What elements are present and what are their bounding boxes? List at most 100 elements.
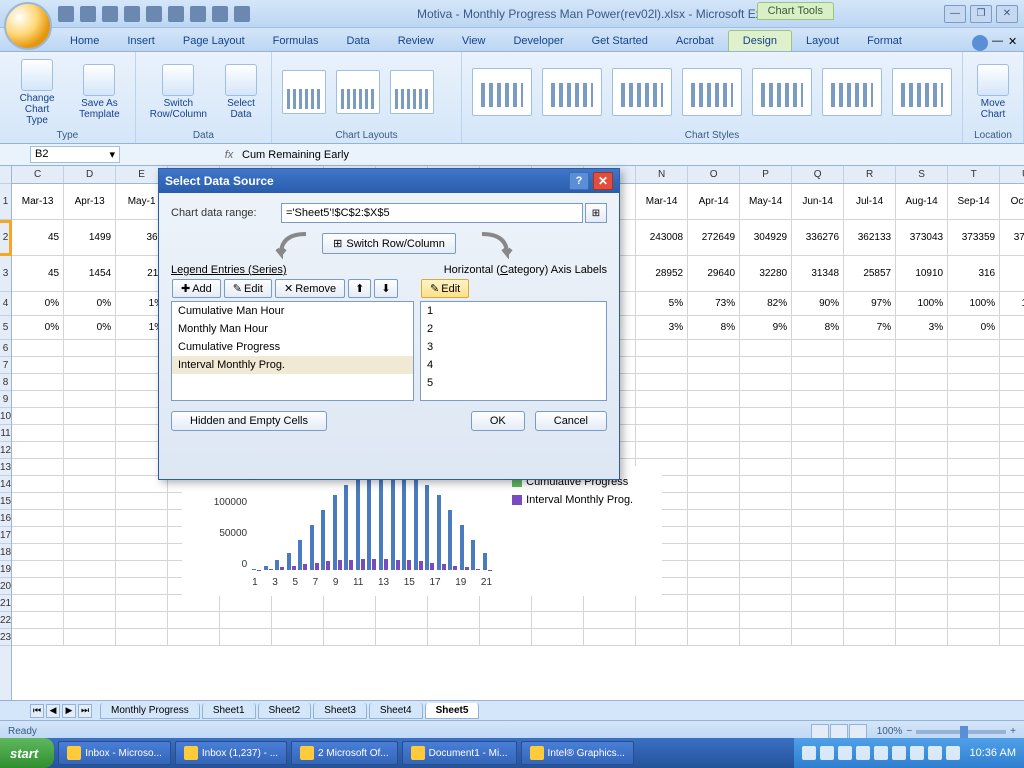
row-header[interactable]: 3 <box>0 256 11 292</box>
column-header[interactable]: R <box>844 166 896 183</box>
cell[interactable] <box>428 629 480 645</box>
cell[interactable] <box>64 612 116 628</box>
remove-series-button[interactable]: ✕Remove <box>275 279 345 298</box>
cell[interactable]: 272649 <box>688 220 740 255</box>
cell[interactable] <box>12 425 64 441</box>
cell[interactable] <box>948 476 1000 492</box>
cell[interactable] <box>116 578 168 594</box>
cell[interactable] <box>636 340 688 356</box>
row-header[interactable]: 14 <box>0 476 11 493</box>
cell[interactable]: 28952 <box>636 256 688 291</box>
cell[interactable] <box>792 357 844 373</box>
dialog-help-button[interactable]: ? <box>569 172 589 190</box>
tray-icon[interactable] <box>874 746 888 760</box>
help-icon[interactable] <box>972 35 988 51</box>
cell[interactable]: 32280 <box>740 256 792 291</box>
cell[interactable] <box>740 425 792 441</box>
cell[interactable] <box>844 357 896 373</box>
cell[interactable] <box>636 595 688 611</box>
cell[interactable] <box>688 442 740 458</box>
cell[interactable] <box>116 595 168 611</box>
cell[interactable] <box>896 459 948 475</box>
row-header[interactable]: 1 <box>0 184 11 220</box>
cell[interactable]: 73% <box>688 292 740 315</box>
cell[interactable] <box>740 476 792 492</box>
cell[interactable] <box>844 578 896 594</box>
cell[interactable] <box>12 612 64 628</box>
cell[interactable] <box>844 595 896 611</box>
qat-item[interactable] <box>212 6 228 22</box>
cell[interactable] <box>844 425 896 441</box>
cell[interactable]: Mar-14 <box>636 184 688 219</box>
cell[interactable] <box>792 544 844 560</box>
qat-item[interactable] <box>168 6 184 22</box>
row-header[interactable]: 18 <box>0 544 11 561</box>
cell[interactable] <box>844 527 896 543</box>
cell[interactable] <box>740 459 792 475</box>
cell[interactable]: Aug-14 <box>896 184 948 219</box>
cell[interactable]: 373359 <box>948 220 1000 255</box>
sheet-tab[interactable]: Sheet5 <box>425 703 480 719</box>
tab-insert[interactable]: Insert <box>113 31 169 51</box>
taskbar-item[interactable]: 2 Microsoft Of... <box>291 741 398 765</box>
cell[interactable] <box>740 493 792 509</box>
cell[interactable]: 9% <box>740 316 792 339</box>
cell[interactable]: 10910 <box>896 256 948 291</box>
cell[interactable]: Oct-14 <box>1000 184 1024 219</box>
cell[interactable] <box>324 612 376 628</box>
cell[interactable] <box>688 374 740 390</box>
cell[interactable] <box>792 578 844 594</box>
row-header[interactable]: 16 <box>0 510 11 527</box>
cell[interactable] <box>948 374 1000 390</box>
cell[interactable] <box>532 612 584 628</box>
cell[interactable] <box>168 612 220 628</box>
tab-get-started[interactable]: Get Started <box>578 31 662 51</box>
cell[interactable] <box>688 391 740 407</box>
cell[interactable] <box>844 442 896 458</box>
chart-layout-thumb[interactable] <box>282 70 326 114</box>
cell[interactable] <box>1000 527 1024 543</box>
cell[interactable] <box>272 595 324 611</box>
cell[interactable]: 3% <box>636 316 688 339</box>
dialog-titlebar[interactable]: Select Data Source ? ✕ <box>159 169 619 193</box>
move-up-button[interactable]: ⬆ <box>348 279 371 298</box>
cell[interactable]: 0% <box>1000 316 1024 339</box>
save-icon[interactable] <box>58 6 74 22</box>
row-header[interactable]: 19 <box>0 561 11 578</box>
minimize-button[interactable]: — <box>944 5 966 23</box>
cell[interactable]: 97% <box>844 292 896 315</box>
clock[interactable]: 10:36 AM <box>970 747 1016 759</box>
cell[interactable] <box>636 408 688 424</box>
cell[interactable] <box>792 374 844 390</box>
save-as-template-button[interactable]: Save As Template <box>72 62 127 122</box>
cell[interactable] <box>896 476 948 492</box>
cell[interactable] <box>948 629 1000 645</box>
cell[interactable] <box>1000 340 1024 356</box>
embedded-chart[interactable]: 150000100000500000 13579111315171921 Cum… <box>182 466 662 596</box>
office-button[interactable] <box>4 2 52 50</box>
cell[interactable] <box>532 629 584 645</box>
cell[interactable] <box>636 391 688 407</box>
cell[interactable] <box>64 493 116 509</box>
cell[interactable] <box>376 595 428 611</box>
cell[interactable]: 100% <box>1000 292 1024 315</box>
tab-formulas[interactable]: Formulas <box>259 31 333 51</box>
cell[interactable] <box>896 357 948 373</box>
cell[interactable] <box>844 561 896 577</box>
cell[interactable] <box>376 629 428 645</box>
cell[interactable] <box>740 442 792 458</box>
cell[interactable] <box>168 629 220 645</box>
cell[interactable] <box>324 595 376 611</box>
cell[interactable] <box>792 561 844 577</box>
cell[interactable] <box>12 340 64 356</box>
cell[interactable] <box>844 544 896 560</box>
cell[interactable]: 29640 <box>688 256 740 291</box>
tray-icon[interactable] <box>856 746 870 760</box>
cell[interactable] <box>688 510 740 526</box>
cell[interactable] <box>1000 459 1024 475</box>
ok-button[interactable]: OK <box>471 411 525 431</box>
tab-page-layout[interactable]: Page Layout <box>169 31 259 51</box>
move-chart-button[interactable]: Move Chart <box>971 62 1015 122</box>
cell[interactable] <box>688 612 740 628</box>
cell[interactable] <box>792 493 844 509</box>
